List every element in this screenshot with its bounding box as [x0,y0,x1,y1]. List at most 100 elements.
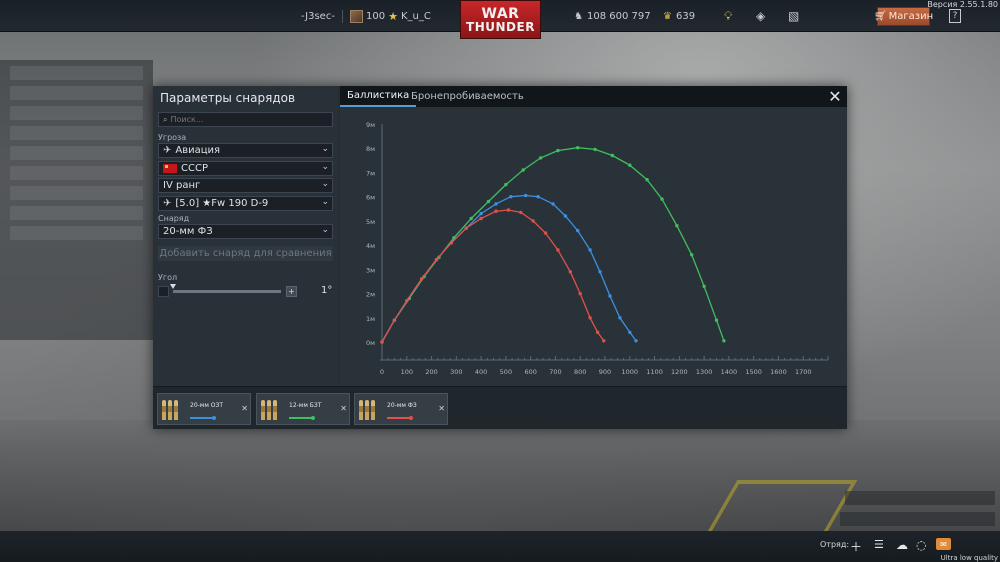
blurred-row [10,106,143,120]
rank-dropdown[interactable]: IV ранг ⌄ [158,178,333,193]
ammo-name: 20-мм ФЗ [387,402,417,409]
trajectory-point [494,209,498,213]
warbond-icon[interactable]: ◈ [756,0,765,32]
ammo-card[interactable]: 20-мм ФЗ ✕ [354,393,448,425]
search-box[interactable]: ⌕ [158,112,333,127]
blurred-row [10,66,143,80]
ammo-card[interactable]: 12-мм БЗТ ✕ [256,393,350,425]
trajectory-point [618,316,622,320]
trajectory-point [588,316,592,320]
trajectory-point [464,226,468,230]
tab-armor-penetration[interactable]: Бронепробиваемость [404,86,531,107]
player-info[interactable]: 100 ★ K_u_C [350,0,431,32]
search-input[interactable] [170,115,321,124]
contacts-icon[interactable]: ☁︎ [896,538,908,552]
blurred-row [10,186,143,200]
golden-eagles[interactable]: ♛ 639 [663,0,695,32]
shell-icon [261,398,283,420]
country-dropdown[interactable]: СССР ⌄ [158,161,333,176]
angle-slider-thumb[interactable] [170,284,176,289]
vehicle-dropdown[interactable]: ✈︎ [5.0] ★Fw 190 D-9 ⌄ [158,196,333,211]
help-button[interactable]: ? [949,9,961,23]
add-shell-compare-button[interactable]: Добавить снаряд для сравнения [158,246,333,261]
chart-panel: Баллистика Бронепробиваемость ✕ 0м 1м 2м 3м… [340,86,847,386]
trajectory-point [593,147,597,152]
x-tick-label: 1400 [721,368,738,376]
y-tick-label: 7м [366,169,375,177]
chevron-down-icon: ⌄ [321,144,329,154]
threat-label: Угроза [158,133,187,142]
blurred-row [10,226,143,240]
x-tick-label: 700 [549,368,561,376]
trajectory-point [556,148,560,153]
remove-ammo-icon[interactable]: ✕ [438,404,445,413]
shell-dropdown[interactable]: 20-мм ФЗ ⌄ [158,224,333,239]
country-value: СССР [181,163,208,174]
cart-icon: 🛒︎ [873,11,887,22]
remove-ammo-icon[interactable]: ✕ [241,404,248,413]
squad-label: Отряд: [820,540,850,549]
trajectory-point [645,178,649,182]
angle-decrease-button[interactable] [158,286,169,297]
vehicle-value: [5.0] ★Fw 190 D-9 [175,198,269,209]
trajectory-point [628,330,632,334]
trajectory-point [504,182,508,187]
y-tick-label: 4м [366,242,375,250]
trajectory-point [506,208,511,212]
shell-icon [162,398,184,420]
trajectory-point [509,195,513,199]
y-tick-label: 9м [366,121,375,129]
trajectory-point [543,231,548,235]
y-tick-label: 8м [366,145,375,153]
ammo-compare-bar: 20-мм ОЗТ ✕ 12-мм БЗТ ✕ 20-мм ФЗ ✕ [153,386,847,429]
bottom-bar: Отряд: ＋ ☰ ☁︎ ◌ ✉ Ultra low quality [0,531,1000,562]
player-name: K_u_C [400,10,431,22]
player-level: 100 [366,10,386,22]
ballistics-chart: 0м 1м 2м 3м 4м 5м 6м 7м 8м 9м 0 100 200 300 400 500 600 7… [366,121,829,376]
golden-eagles-value: 639 [675,10,696,22]
quality-label: Ultra low quality [940,554,998,562]
chevron-down-icon: ⌄ [321,179,329,189]
lightbulb-icon[interactable]: 💡︎ [724,0,732,32]
trajectory-point [576,228,580,233]
trajectory-point [628,163,632,167]
squad-member-name[interactable]: -J3sec- [301,0,335,32]
plus-icon[interactable]: ＋ [850,538,862,555]
trajectory-point [551,202,555,206]
y-tick-label: 2м [366,291,375,299]
remove-ammo-icon[interactable]: ✕ [340,404,347,413]
trajectory-point [714,318,719,322]
chat-icon[interactable]: ◌ [916,538,926,552]
trajectory-point [479,211,483,216]
logo-line2: THUNDER [466,19,535,34]
list-icon[interactable]: ☰ [874,538,884,551]
trajectory-line [381,209,605,343]
close-icon[interactable]: ✕ [826,87,844,106]
war-thunder-logo: WAR THUNDER [460,0,541,39]
chevron-down-icon: ⌄ [321,197,329,207]
chevron-down-icon: ⌄ [321,225,329,235]
mail-icon[interactable]: ✉ [936,538,951,550]
background-blurred-panel [0,60,153,340]
x-tick-label: 900 [599,368,611,376]
background-blurred-chip [840,512,995,526]
trajectory-point [563,214,568,218]
angle-slider[interactable] [173,290,281,293]
trajectory-point [521,168,525,172]
ammo-color-line [190,416,216,420]
shop-button[interactable]: 🛒︎ Магазин [873,7,933,26]
angle-value: 1° [321,285,333,296]
y-tick-label: 6м [366,194,375,202]
coupon-icon[interactable]: ▧ [788,0,799,32]
threat-dropdown[interactable]: ✈︎ Авиация ⌄ [158,143,333,158]
ammo-card[interactable]: 20-мм ОЗТ ✕ [157,393,251,425]
ammo-color-line [387,416,413,420]
y-tick-label: 0м [366,339,375,347]
trajectory-line [381,147,725,343]
search-icon: ⌕ [163,114,168,124]
x-tick-label: 600 [524,368,536,376]
silver-lions-value: 108 600 797 [586,10,651,22]
silver-lions[interactable]: ♞ 108 600 797 [574,0,651,32]
angle-increase-button[interactable]: + [286,286,297,297]
background-blurred-chip [845,491,995,505]
